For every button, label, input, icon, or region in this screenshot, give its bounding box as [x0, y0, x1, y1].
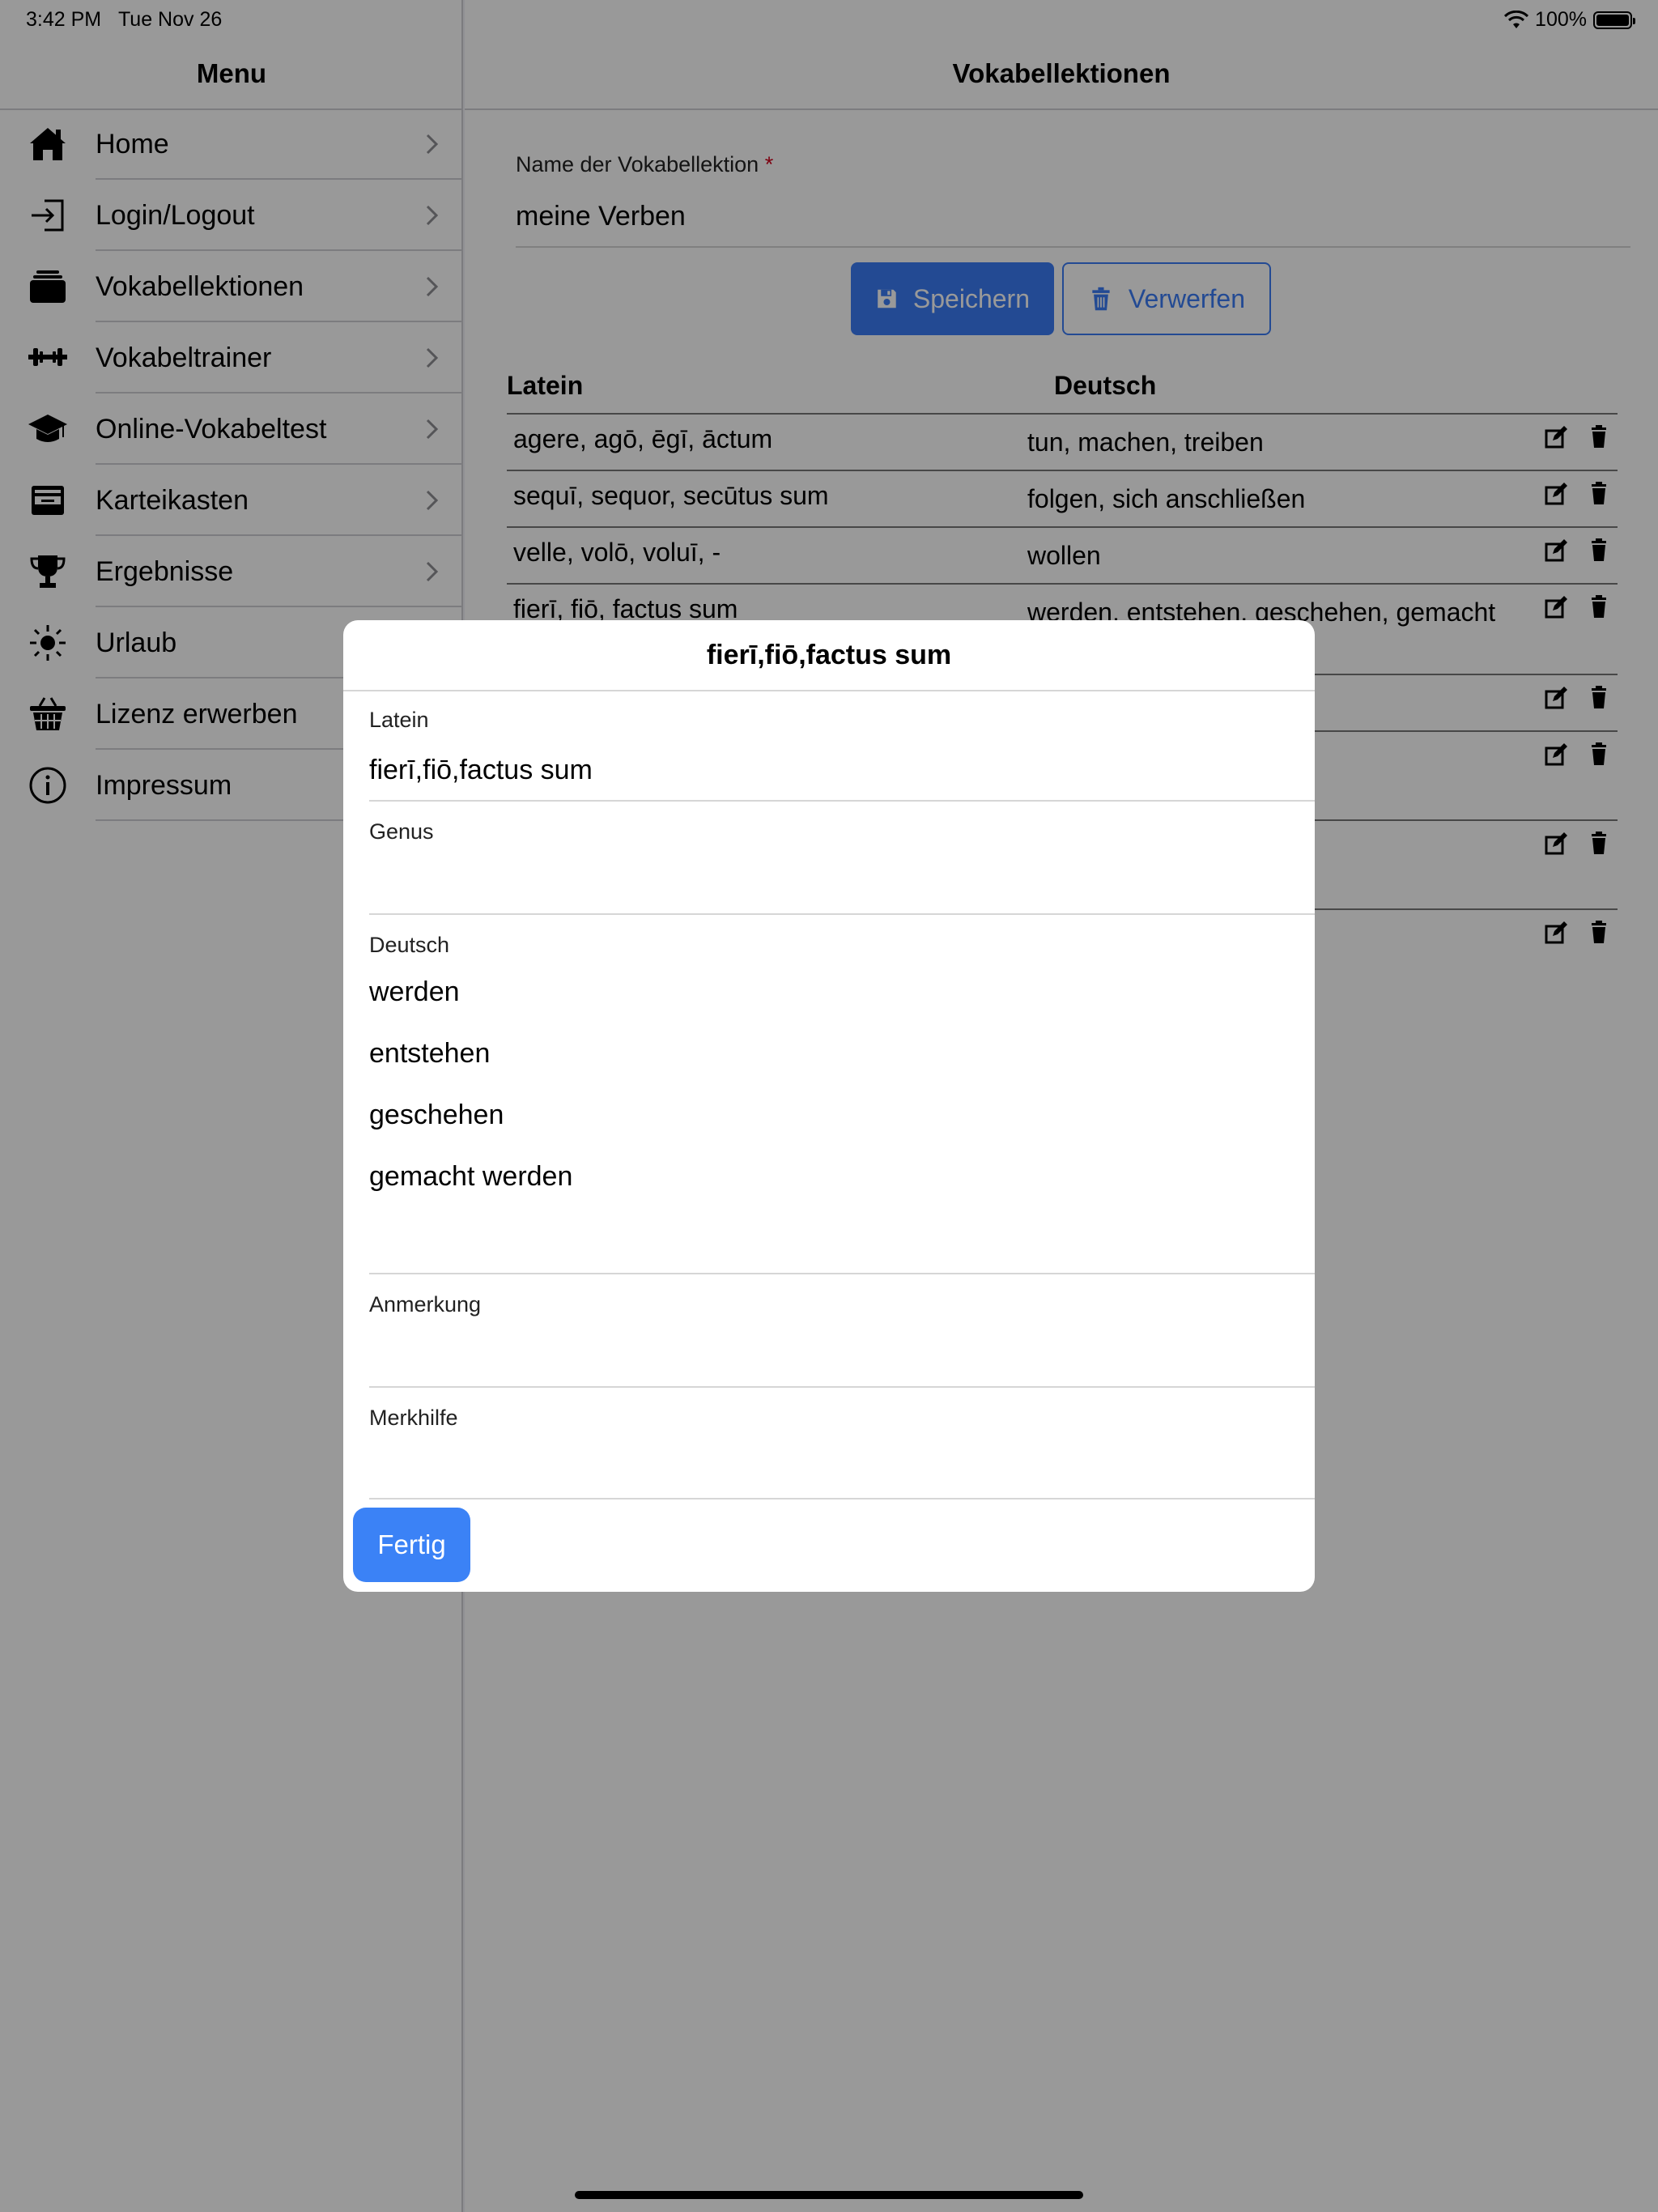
status-bar: 3:42 PM Tue Nov 26 100%	[0, 0, 1658, 37]
input-underline	[369, 800, 1315, 802]
note-label: Anmerkung	[369, 1292, 482, 1317]
status-right: 100%	[1504, 8, 1635, 32]
wifi-icon	[1504, 10, 1529, 28]
input-underline	[369, 913, 1315, 915]
input-underline	[369, 1273, 1315, 1274]
latin-field[interactable]: fierī,fiō,factus sum	[369, 755, 593, 786]
battery-percent: 100%	[1535, 8, 1587, 31]
latin-label: Latein	[369, 708, 429, 732]
status-time: 3:42 PM Tue Nov 26	[26, 8, 223, 31]
genus-label: Genus	[369, 819, 434, 844]
german-translations[interactable]: werden entstehen geschehen gemacht werde…	[369, 976, 572, 1223]
home-indicator[interactable]	[575, 2191, 1083, 2199]
list-item: werden	[369, 976, 460, 1007]
input-underline	[369, 1386, 1315, 1388]
input-underline	[369, 1498, 1315, 1499]
hint-label: Merkhilfe	[369, 1406, 458, 1430]
list-item: geschehen	[369, 1100, 504, 1130]
battery-icon	[1593, 11, 1635, 29]
german-label: Deutsch	[369, 933, 450, 957]
list-item: entstehen	[369, 1038, 491, 1069]
note-field[interactable]	[369, 1336, 1260, 1376]
modal-title: fierī,fiō,factus sum	[706, 640, 952, 670]
divider	[343, 690, 1315, 691]
vocab-detail-modal: fierī,fiō,factus sum Latein fierī,fiō,fa…	[343, 620, 1315, 1592]
list-item: gemacht werden	[369, 1161, 573, 1192]
hint-field[interactable]	[369, 1449, 1260, 1490]
done-button[interactable]: Fertig	[353, 1508, 470, 1582]
genus-field[interactable]	[369, 863, 1260, 904]
